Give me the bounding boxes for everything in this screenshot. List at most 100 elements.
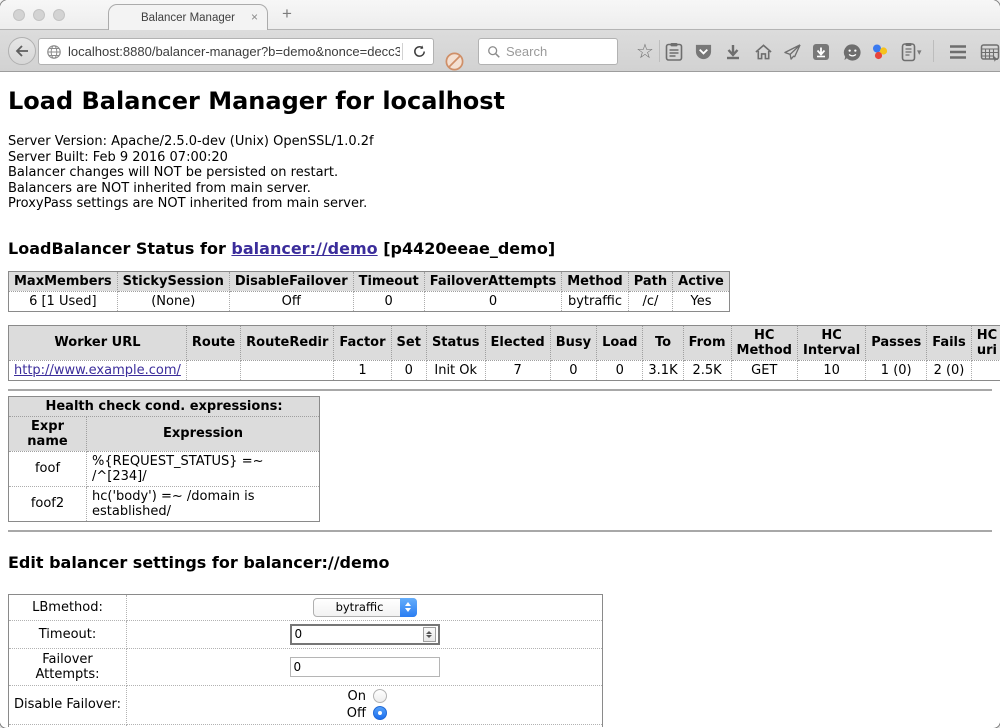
number-spinner-icon[interactable] [423, 627, 436, 642]
new-tab-button[interactable]: + [282, 4, 292, 24]
lbmethod-select[interactable]: bytraffic [313, 598, 417, 617]
server-version-line: Server Version: Apache/2.5.0-dev (Unix) … [8, 134, 992, 150]
downloads-icon[interactable] [722, 41, 744, 63]
worker-header-cell: Busy [550, 325, 596, 360]
lbmethod-selected-option: bytraffic [324, 600, 396, 614]
radio-on-button[interactable] [373, 689, 387, 703]
plugin-blocked-icon[interactable] [444, 40, 465, 82]
worker-value-cell: 10 [797, 360, 865, 380]
radio-off-option[interactable]: Off [342, 706, 387, 721]
save-to-device-icon[interactable] [810, 41, 832, 63]
balancer-value-cell: 0 [424, 291, 562, 311]
table-header-row: MaxMembersStickySessionDisableFailoverTi… [9, 271, 730, 291]
url-divider [402, 43, 403, 60]
url-text[interactable]: localhost:8880/balancer-manager?b=demo&n… [68, 44, 400, 59]
health-header-cell: Expression [87, 416, 320, 451]
search-input[interactable] [506, 44, 601, 59]
worker-header-cell: Elected [485, 325, 550, 360]
disable-failover-row: Disable Failover: On Off [9, 685, 603, 724]
edit-balancer-form: LBmethod: bytraffic Timeout: [8, 594, 603, 728]
timeout-value-cell [127, 620, 603, 648]
timeout-input[interactable] [292, 627, 423, 641]
home-icon[interactable] [752, 41, 774, 63]
timeout-row: Timeout: [9, 620, 603, 648]
search-icon [487, 45, 501, 59]
search-bar[interactable] [478, 38, 618, 65]
server-built-line: Server Built: Feb 9 2016 07:00:20 [8, 150, 992, 166]
balancer-value-cell: 6 [1 Used] [9, 291, 118, 311]
table-row: foof %{REQUEST_STATUS} =~ /^[234]/ [9, 451, 320, 486]
sticky-session-row: Sticky Session: (Use '-' to delete) [9, 724, 603, 727]
failover-value-cell [127, 648, 603, 685]
worker-url-cell: http://www.example.com/ [9, 360, 187, 380]
zoom-window-button[interactable] [53, 9, 65, 21]
bookmark-star-icon[interactable]: ☆ [634, 41, 656, 63]
worker-value-cell: 2 (0) [927, 360, 972, 380]
timeout-input-wrap [290, 624, 440, 645]
worker-value-cell: 1 (0) [866, 360, 927, 380]
disable-failover-label: Disable Failover: [9, 685, 127, 724]
lbmethod-value-cell: bytraffic [127, 594, 603, 620]
reload-button[interactable] [405, 44, 433, 59]
balancer-status-table: MaxMembersStickySessionDisableFailoverTi… [8, 271, 730, 312]
table-header-row: Worker URLRouteRouteRedirFactorSetStatus… [9, 325, 1000, 360]
navigation-toolbar: localhost:8880/balancer-manager?b=demo&n… [0, 30, 1000, 72]
worker-value-cell: 1 [334, 360, 391, 380]
server-info: Server Version: Apache/2.5.0-dev (Unix) … [8, 134, 992, 212]
extension-color-dots-icon[interactable] [869, 41, 891, 63]
failover-attempts-row: Failover Attempts: [9, 648, 603, 685]
failover-attempts-input[interactable] [290, 657, 440, 677]
minimize-window-button[interactable] [33, 9, 45, 21]
toolbar-separator-2 [933, 40, 934, 62]
worker-value-cell: 0 [597, 360, 643, 380]
worker-header-cell: Route [186, 325, 240, 360]
worker-header-cell: RouteRedir [241, 325, 334, 360]
radio-off-button[interactable] [373, 706, 387, 720]
health-table-title: Health check cond. expressions: [9, 396, 320, 416]
lbmethod-label: LBmethod: [9, 594, 127, 620]
worker-header-cell: Passes [866, 325, 927, 360]
balancer-demo-link[interactable]: balancer://demo [231, 239, 377, 258]
send-page-icon[interactable] [781, 41, 803, 63]
reading-list-icon[interactable] [663, 41, 685, 63]
page-title: Load Balancer Manager for localhost [8, 72, 992, 115]
failover-attempts-label: Failover Attempts: [9, 648, 127, 685]
worker-header-cell: From [683, 325, 731, 360]
expression-cell: hc('body') =~ /domain is established/ [87, 486, 320, 521]
tab-balancer-manager[interactable]: Balancer Manager × [108, 4, 268, 31]
balancer-value-cell: Off [229, 291, 353, 311]
radio-off-label: Off [342, 706, 366, 721]
close-tab-icon[interactable]: × [251, 10, 258, 24]
chevron-down-icon[interactable]: ▾ [917, 47, 922, 58]
expr-name-cell: foof [9, 451, 87, 486]
url-bar[interactable]: localhost:8880/balancer-manager?b=demo&n… [38, 38, 434, 65]
back-arrow-icon [14, 44, 30, 58]
select-stepper-icon [400, 598, 417, 617]
loadbalancer-status-heading: LoadBalancer Status for balancer://demo … [8, 239, 992, 258]
balancer-header-cell: MaxMembers [9, 271, 118, 291]
table-row: http://www.example.com/10Init Ok7003.1K2… [9, 360, 1000, 380]
balancer-value-cell: Yes [673, 291, 730, 311]
worker-header-cell: Status [426, 325, 485, 360]
worker-url-link[interactable]: http://www.example.com/ [14, 363, 181, 378]
toolbar-separator [659, 40, 660, 62]
pocket-icon[interactable] [692, 41, 714, 63]
worker-value-cell: 0 [550, 360, 596, 380]
page-content: Load Balancer Manager for localhost Serv… [0, 72, 1000, 727]
back-button[interactable] [8, 37, 36, 65]
expr-name-cell: foof2 [9, 486, 87, 521]
browser-window: Balancer Manager × + localhost:8880/bala… [0, 0, 1000, 728]
clipboard-panel-icon[interactable] [897, 41, 919, 63]
worker-value-cell: Init Ok [426, 360, 485, 380]
table-row: foof2 hc('body') =~ /domain is establish… [9, 486, 320, 521]
radio-on-option[interactable]: On [342, 689, 387, 704]
disable-failover-value-cell: On Off [127, 685, 603, 724]
feedback-smiley-icon[interactable] [841, 41, 863, 63]
tab-title: Balancer Manager [141, 12, 235, 24]
close-window-button[interactable] [13, 9, 25, 21]
window-controls[interactable] [13, 9, 65, 21]
balancer-header-cell: Path [628, 271, 672, 291]
menu-hamburger-icon[interactable] [947, 41, 969, 63]
grid-apps-icon[interactable] [979, 41, 1000, 63]
worker-value-cell: GET [731, 360, 797, 380]
